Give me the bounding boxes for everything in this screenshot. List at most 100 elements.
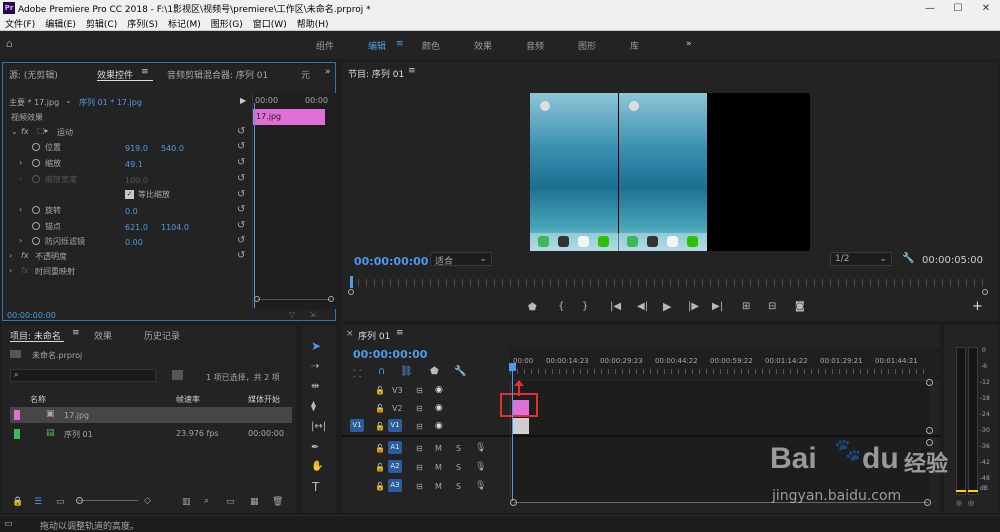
hscroll-handle-right[interactable]: [924, 499, 931, 506]
timeline-playhead[interactable]: [512, 365, 513, 501]
new-item-icon[interactable]: ▦: [250, 497, 259, 507]
workspace-audio[interactable]: 音频: [526, 39, 544, 52]
expand-rotation-icon[interactable]: ›: [19, 205, 22, 214]
workspace-editing[interactable]: 编辑: [368, 39, 386, 52]
find-icon[interactable]: ⌕: [204, 496, 209, 506]
workspace-libraries[interactable]: 库: [630, 39, 639, 52]
stopwatch-icon[interactable]: [32, 143, 40, 151]
label-color-swatch[interactable]: [14, 410, 20, 420]
position-x-value[interactable]: 919.0: [125, 144, 148, 153]
item-name[interactable]: 序列 01: [64, 429, 93, 440]
eye-icon[interactable]: ◉: [435, 403, 443, 413]
microphone-icon[interactable]: 🎙: [475, 443, 486, 453]
timeline-title[interactable]: 序列 01: [358, 329, 390, 342]
zoom-slider-handle[interactable]: [76, 497, 83, 504]
step-back-icon[interactable]: ◀|: [637, 301, 648, 312]
hscroll-handle-left[interactable]: [510, 499, 517, 506]
mark-out-icon[interactable]: }: [582, 301, 588, 312]
stopwatch-icon[interactable]: [32, 159, 40, 167]
new-bin-icon[interactable]: ▭: [226, 497, 235, 507]
lift-icon[interactable]: ⊞: [742, 301, 750, 312]
chevron-down-icon[interactable]: ⌄: [65, 96, 72, 105]
close-icon[interactable]: ×: [346, 329, 354, 339]
anchor-y-value[interactable]: 1104.0: [161, 223, 189, 232]
workspace-menu-icon[interactable]: ≡: [396, 39, 404, 49]
go-to-in-icon[interactable]: |◀: [610, 301, 621, 312]
solo-right-button[interactable]: ◎: [968, 499, 974, 507]
razor-tool-icon[interactable]: ⧫: [311, 401, 316, 412]
timeline-timecode[interactable]: 00:00:00:00: [353, 348, 427, 361]
zoom-slider[interactable]: [78, 500, 138, 501]
slip-tool-icon[interactable]: |↔|: [311, 421, 326, 432]
lock-icon[interactable]: 🔓: [375, 404, 385, 413]
program-timecode[interactable]: 00:00:00:00: [354, 255, 428, 268]
timeline-settings-icon[interactable]: 🔧: [454, 366, 466, 377]
pen-tool-icon[interactable]: ✒: [311, 442, 319, 453]
tab-metadata[interactable]: 元: [301, 68, 310, 81]
project-search-input[interactable]: ⌕: [10, 369, 156, 382]
menu-help[interactable]: 帮助(H): [292, 17, 334, 30]
reset-icon[interactable]: ↺: [237, 173, 245, 184]
reset-icon[interactable]: ↺: [237, 189, 245, 200]
trash-icon[interactable]: 🗑: [272, 497, 283, 507]
motion-transform-icon[interactable]: ⬚▸: [37, 126, 49, 135]
filter-icon[interactable]: ▽: [289, 310, 295, 319]
solo-left-button[interactable]: ◎: [956, 499, 962, 507]
tab-effects[interactable]: 效果: [94, 329, 112, 342]
microphone-icon[interactable]: 🎙: [475, 481, 486, 491]
export-frame-icon[interactable]: ◙: [795, 301, 805, 312]
new-bin-from-search-icon[interactable]: [172, 370, 183, 380]
hand-tool-icon[interactable]: ✋: [311, 461, 323, 472]
menu-sequence[interactable]: 序列(S): [122, 17, 163, 30]
sequence-clip-label[interactable]: 序列 01 * 17.jpg: [79, 97, 142, 108]
horizontal-scrollbar[interactable]: [514, 502, 928, 503]
list-view-icon[interactable]: ☰: [34, 497, 42, 507]
solo-button[interactable]: S: [456, 444, 461, 453]
resolution-dropdown[interactable]: 1/2 ⌄: [830, 252, 892, 266]
vscroll-handle-top[interactable]: [926, 379, 933, 386]
export-frame-icon[interactable]: ⇲: [309, 310, 316, 319]
panel-menu-icon[interactable]: ≡: [396, 328, 404, 338]
track-target-v1[interactable]: V1: [388, 419, 402, 432]
panel-menu-icon[interactable]: ≡: [72, 328, 80, 338]
zoom-handle-left[interactable]: [254, 296, 260, 302]
track-target-a3[interactable]: A3: [388, 479, 402, 492]
label-color-swatch[interactable]: [14, 429, 20, 439]
track-target-a1[interactable]: A1: [388, 441, 402, 454]
selection-tool-icon[interactable]: ➤: [311, 339, 321, 353]
eye-icon[interactable]: ◉: [435, 421, 443, 431]
snap-icon[interactable]: ∩: [378, 366, 385, 377]
expand-timeremap-icon[interactable]: ›: [9, 266, 12, 275]
mute-button[interactable]: M: [435, 463, 442, 472]
menu-window[interactable]: 窗口(W): [248, 17, 292, 30]
go-to-out-icon[interactable]: ▶|: [712, 301, 723, 312]
mute-button[interactable]: M: [435, 482, 442, 491]
zoom-handle-left[interactable]: [348, 289, 354, 295]
sync-lock-icon[interactable]: ⊟: [416, 422, 423, 431]
lock-icon[interactable]: 🔓: [375, 386, 385, 395]
expand-scale-icon[interactable]: ›: [19, 158, 22, 167]
scale-value[interactable]: 49.1: [125, 160, 143, 169]
home-icon[interactable]: ⌂: [6, 37, 13, 50]
program-playhead[interactable]: [350, 276, 353, 288]
menu-graphics[interactable]: 图形(G): [206, 17, 248, 30]
stopwatch-icon[interactable]: [32, 206, 40, 214]
workspace-assembly[interactable]: 组件: [316, 39, 334, 52]
type-tool-icon[interactable]: T: [312, 480, 319, 494]
ripple-edit-tool-icon[interactable]: ⇹: [311, 381, 319, 392]
mini-clip[interactable]: 17.jpg: [253, 109, 325, 125]
linked-selection-icon[interactable]: ⛓: [400, 366, 413, 377]
anchor-x-value[interactable]: 621.0: [125, 223, 148, 232]
sync-lock-icon[interactable]: ⊟: [416, 386, 423, 395]
zoom-scrollbar[interactable]: [257, 299, 331, 300]
tab-history[interactable]: 历史记录: [144, 329, 180, 342]
microphone-icon[interactable]: 🎙: [475, 462, 486, 472]
item-name[interactable]: 17.jpg: [64, 411, 89, 420]
step-forward-icon[interactable]: |▶: [688, 301, 699, 312]
tab-source[interactable]: 源: (无剪辑): [9, 68, 58, 81]
tab-audio-clip-mixer[interactable]: 音频剪辑混合器: 序列 01: [167, 68, 268, 81]
wrench-icon[interactable]: 🔧: [902, 253, 914, 264]
sync-lock-icon[interactable]: ⊟: [416, 404, 423, 413]
reset-icon[interactable]: ↺: [237, 141, 245, 152]
vscroll-handle-bottom[interactable]: [926, 427, 933, 434]
